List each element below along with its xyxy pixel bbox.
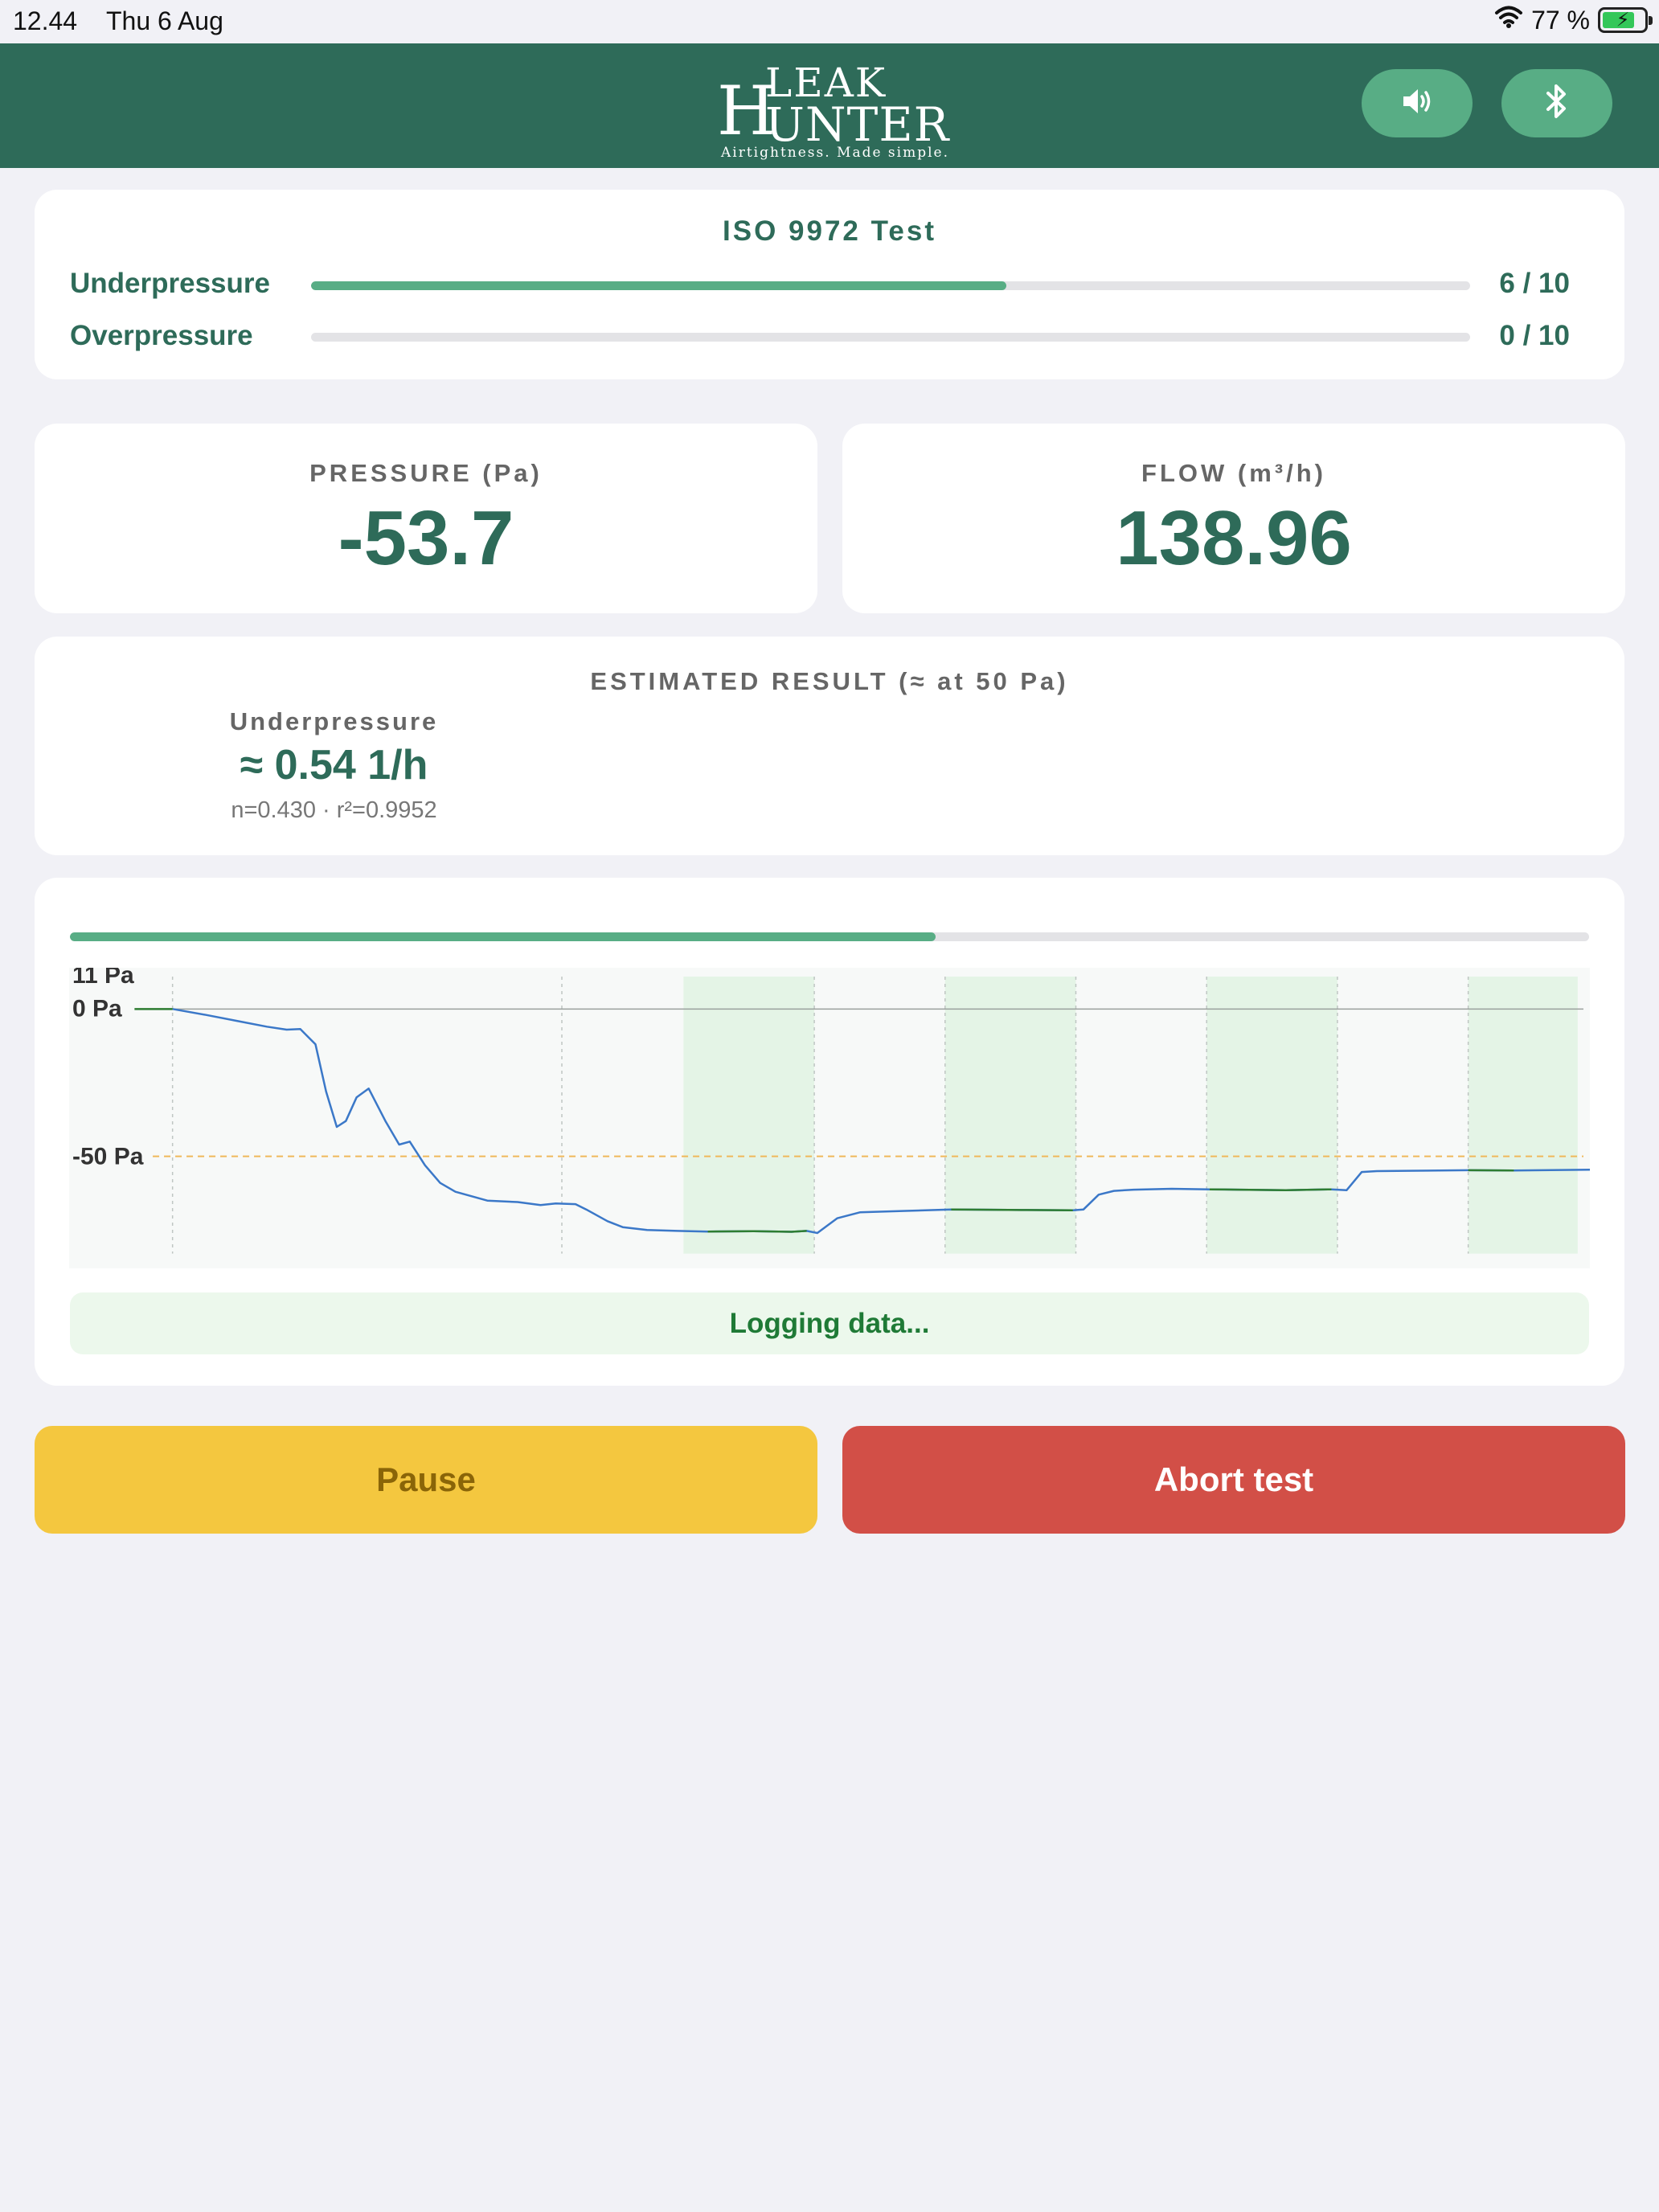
estimate-mode: Underpressure (229, 707, 439, 735)
y-tick-label: 11 Pa (72, 968, 134, 989)
pressure-value: -53.7 (338, 495, 514, 581)
estimated-result-card: ESTIMATED RESULT (≈ at 50 Pa) Underpress… (35, 637, 1624, 855)
speaker-icon (1400, 87, 1434, 120)
overpressure-count: 0 / 10 (1499, 320, 1570, 351)
flow-card: FLOW (m³/h) 138.96 (842, 424, 1625, 613)
logging-band (944, 977, 1076, 1254)
underpressure-count: 6 / 10 (1499, 268, 1570, 299)
pressure-chart: 11 Pa 0 Pa -50 Pa (69, 968, 1590, 1268)
logging-band (1206, 977, 1337, 1254)
sound-button[interactable] (1362, 69, 1473, 137)
estimated-result-title: ESTIMATED RESULT (≈ at 50 Pa) (590, 667, 1069, 695)
pause-button[interactable]: Pause (35, 1426, 817, 1534)
y-tick-label: -50 Pa (72, 1144, 144, 1170)
pressure-label: PRESSURE (Pa) (309, 459, 543, 487)
flow-label: FLOW (m³/h) (1141, 459, 1326, 487)
logging-progress-bar (70, 932, 1589, 941)
estimate-value: ≈ 0.54 1/h (240, 742, 428, 789)
status-time: 12.44 (13, 6, 78, 35)
battery-percent: 77 % (1531, 5, 1590, 35)
bluetooth-button[interactable] (1501, 69, 1612, 137)
wifi-icon (1494, 5, 1523, 35)
logging-status: Logging data... (70, 1292, 1589, 1354)
test-progress-card: ISO 9972 Test Underpressure 6 / 10 Overp… (35, 190, 1624, 379)
pressure-card: PRESSURE (Pa) -53.7 (35, 424, 817, 613)
app-header: H LEAK UNTER Airtightness. Made simple. (0, 43, 1659, 168)
overpressure-progress-bar (311, 333, 1470, 342)
estimate-stats: n=0.430 · r²=0.9952 (231, 797, 437, 823)
leak-hunter-logo: H LEAK UNTER Airtightness. Made simple. (717, 59, 950, 161)
underpressure-progress-fill (311, 281, 1007, 290)
y-tick-label: 0 Pa (72, 995, 122, 1022)
test-title: ISO 9972 Test (723, 215, 936, 247)
logging-band (683, 977, 815, 1254)
battery-icon: ⚡ (1598, 7, 1653, 33)
flow-value: 138.96 (1116, 495, 1352, 581)
status-bar: 12.44 Thu 6 Aug 77 % ⚡ (0, 0, 1659, 43)
logging-band (1468, 977, 1578, 1254)
underpressure-progress-bar (311, 281, 1470, 290)
chart-card: 11 Pa 0 Pa -50 Pa Logging data... (35, 878, 1624, 1386)
logging-progress-fill (70, 932, 936, 941)
overpressure-label: Overpressure (70, 320, 253, 351)
status-indicators: 77 % ⚡ (1494, 5, 1653, 35)
bluetooth-icon (1545, 83, 1569, 124)
underpressure-label: Underpressure (70, 268, 270, 299)
status-date: Thu 6 Aug (106, 6, 223, 35)
abort-test-button[interactable]: Abort test (842, 1426, 1625, 1534)
